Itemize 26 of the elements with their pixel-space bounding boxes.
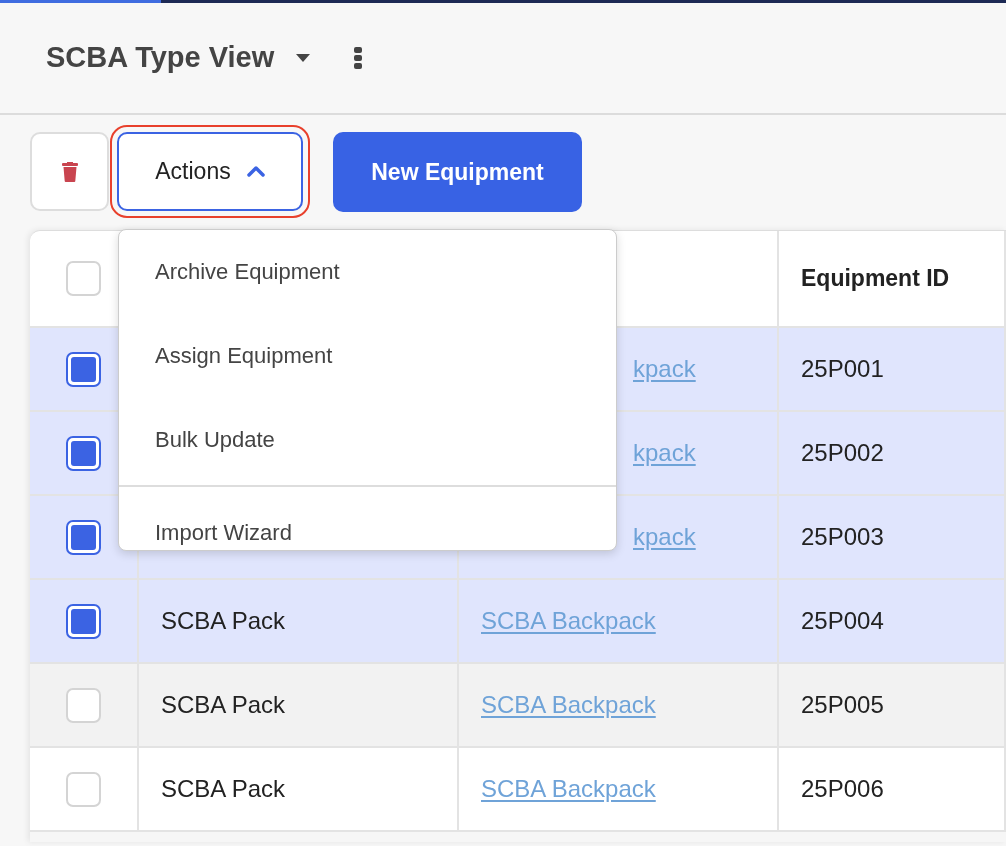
menu-item[interactable]: Bulk Update bbox=[119, 416, 616, 463]
checkbox[interactable] bbox=[66, 519, 101, 555]
delete-button[interactable] bbox=[30, 132, 109, 211]
table-cell-text: 25P002 bbox=[801, 438, 884, 468]
table-cell-text: SCBA Pack bbox=[161, 774, 286, 804]
menu-item[interactable]: Archive Equipment bbox=[119, 248, 616, 295]
trash-icon bbox=[61, 161, 78, 182]
column-header[interactable]: Equipment ID bbox=[801, 261, 950, 296]
checkbox[interactable] bbox=[66, 351, 101, 387]
table-cell-text: 25P001 bbox=[801, 354, 884, 384]
menu-item[interactable]: Assign Equipment bbox=[119, 332, 616, 379]
menu-item[interactable]: Import Wizard bbox=[119, 509, 616, 556]
table-cell-text: SCBA Pack bbox=[161, 606, 286, 636]
table-row[interactable]: SCBA Pack SCBA Backpack 25P004 bbox=[30, 580, 1006, 664]
table-cell-text: SCBA Pack bbox=[161, 690, 286, 720]
table-cell-text: 25P003 bbox=[801, 522, 884, 552]
view-title: SCBA Type View bbox=[46, 40, 275, 76]
caret-icon[interactable] bbox=[296, 54, 311, 62]
chevron-up-icon bbox=[246, 166, 265, 177]
table-cell-text: 25P005 bbox=[801, 690, 884, 720]
new-equipment-button[interactable]: New Equipment bbox=[333, 132, 582, 212]
more-icon[interactable] bbox=[354, 47, 363, 69]
table-cell-text: 25P006 bbox=[801, 774, 884, 804]
table-cell-text: 25P004 bbox=[801, 606, 884, 636]
checkbox[interactable] bbox=[66, 435, 101, 471]
checkbox[interactable] bbox=[66, 603, 101, 639]
